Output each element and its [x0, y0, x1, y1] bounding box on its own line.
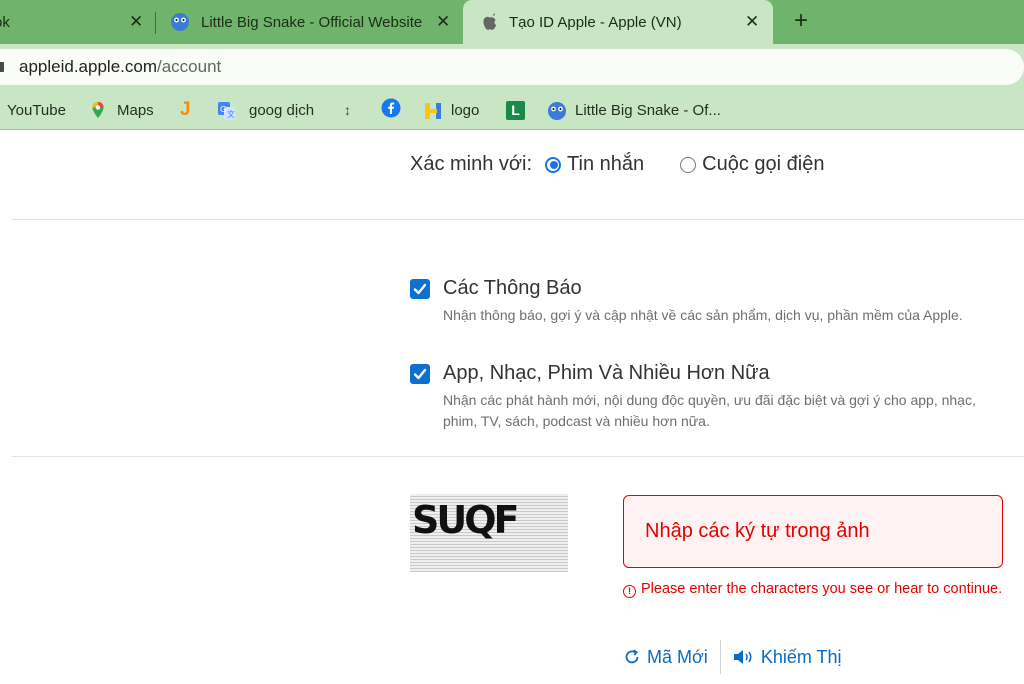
captcha-error: ! Please enter the characters you see or …: [623, 577, 1003, 601]
verify-label: Xác minh với:: [410, 153, 533, 175]
svg-text:文: 文: [227, 109, 235, 119]
bookmark-l[interactable]: L: [506, 90, 525, 130]
consent-description: Nhận thông báo, gợi ý và cập nhật về các…: [443, 307, 963, 323]
bookmark-maps[interactable]: Maps: [89, 90, 154, 130]
refresh-icon: [625, 649, 639, 664]
url-path: /account: [156, 57, 222, 76]
tab-title: ok: [0, 13, 10, 31]
bookmark-label: YouTube: [7, 101, 66, 119]
tab-strip: ok ✕ Little Big Snake - Official Website…: [0, 0, 1024, 44]
error-icon: !: [623, 585, 636, 598]
consent-announcements: Các Thông Báo Nhận thông báo, gợi ý và c…: [410, 277, 1000, 347]
close-icon[interactable]: ✕: [745, 12, 759, 32]
svg-text:G: G: [220, 105, 226, 114]
bookmark-youtube[interactable]: YouTube: [7, 90, 66, 130]
audio-captcha-label: Khiếm Thị: [760, 646, 842, 667]
arrow-icon: ↕: [344, 102, 351, 118]
captcha-actions: Mã Mới Khiếm Thị: [623, 639, 842, 675]
check-icon: [413, 368, 427, 380]
divider: [12, 456, 1024, 457]
captcha-input[interactable]: [623, 495, 1003, 568]
bookmark-logo[interactable]: logo: [423, 90, 479, 130]
bookmarks-bar: YouTube Maps J G文 goog dịch ↕ logo L Lit…: [0, 90, 1024, 130]
radio-sms-label[interactable]: Tin nhắn: [567, 153, 644, 176]
maps-pin-icon: [89, 101, 107, 119]
new-code-label: Mã Mới: [647, 646, 708, 667]
consent-description: Nhận các phát hành mới, nội dung độc quy…: [443, 392, 976, 429]
tab-title: Tạo ID Apple - Apple (VN): [509, 13, 682, 31]
close-icon[interactable]: ✕: [436, 12, 450, 32]
checkbox-announcements[interactable]: [410, 279, 430, 299]
consent-title: App, Nhạc, Phim Và Nhiều Hơn Nữa: [443, 362, 770, 384]
facebook-icon: [381, 98, 401, 122]
tab-little-big-snake[interactable]: Little Big Snake - Official Website ✕: [160, 0, 460, 44]
bookmark-goog-dich[interactable]: G文 goog dịch: [217, 90, 314, 130]
new-tab-button[interactable]: +: [789, 6, 813, 36]
page-content: Xác minh với: Tin nhắn Cuộc gọi điện Các…: [0, 131, 1024, 684]
bookmark-label: Little Big Snake - Of...: [575, 101, 721, 119]
bookmark-facebook[interactable]: [381, 90, 401, 130]
address-bar: appleid.apple.com/account: [0, 44, 1024, 90]
captcha-image-text: SUQF: [412, 498, 519, 542]
audio-captcha-button[interactable]: Khiếm Thị: [733, 647, 842, 668]
consent-apps-music: App, Nhạc, Phim Và Nhiều Hơn Nữa Nhận cá…: [410, 362, 1000, 432]
url-text[interactable]: appleid.apple.com/account: [19, 57, 221, 77]
snake-icon: [547, 101, 566, 120]
tab-facebook[interactable]: ok ✕: [0, 0, 155, 44]
new-code-button[interactable]: Mã Mới: [623, 647, 708, 668]
bookmark-little-big-snake[interactable]: Little Big Snake - Of...: [547, 90, 721, 130]
h-logo-icon: [423, 101, 441, 119]
captcha-image: SUQF: [410, 494, 568, 572]
bookmark-arrow[interactable]: ↕: [344, 90, 351, 130]
close-icon[interactable]: ✕: [129, 12, 143, 32]
speaker-icon: [733, 650, 752, 664]
radio-sms[interactable]: [545, 156, 562, 173]
checkbox-apps-music[interactable]: [410, 364, 430, 384]
divider: [12, 219, 1024, 220]
tab-separator: [155, 12, 156, 34]
verify-method-row: Xác minh với: Tin nhắn Cuộc gọi điện: [410, 153, 824, 176]
snake-icon: [170, 12, 190, 32]
tab-apple-id[interactable]: Tạo ID Apple - Apple (VN) ✕: [463, 0, 773, 44]
lock-icon[interactable]: [0, 62, 4, 72]
captcha-error-text: Please enter the characters you see or h…: [641, 581, 1003, 597]
url-domain: appleid.apple.com: [19, 57, 157, 76]
l-logo-icon: L: [506, 100, 525, 120]
bookmark-label: logo: [451, 101, 480, 119]
actions-separator: [719, 640, 721, 674]
tab-title: Little Big Snake - Official Website: [201, 13, 423, 31]
bookmark-label: Maps: [117, 101, 154, 119]
radio-phone-call-label[interactable]: Cuộc gọi điện: [702, 153, 824, 176]
google-translate-icon: G文: [217, 101, 236, 120]
j-logo-icon: J: [180, 99, 191, 120]
consent-title: Các Thông Báo: [443, 277, 582, 299]
bookmark-j[interactable]: J: [180, 90, 191, 130]
check-icon: [413, 283, 427, 295]
apple-logo-icon: [482, 13, 498, 31]
radio-phone-call[interactable]: [680, 156, 697, 173]
bookmark-label: goog dịch: [249, 101, 315, 119]
